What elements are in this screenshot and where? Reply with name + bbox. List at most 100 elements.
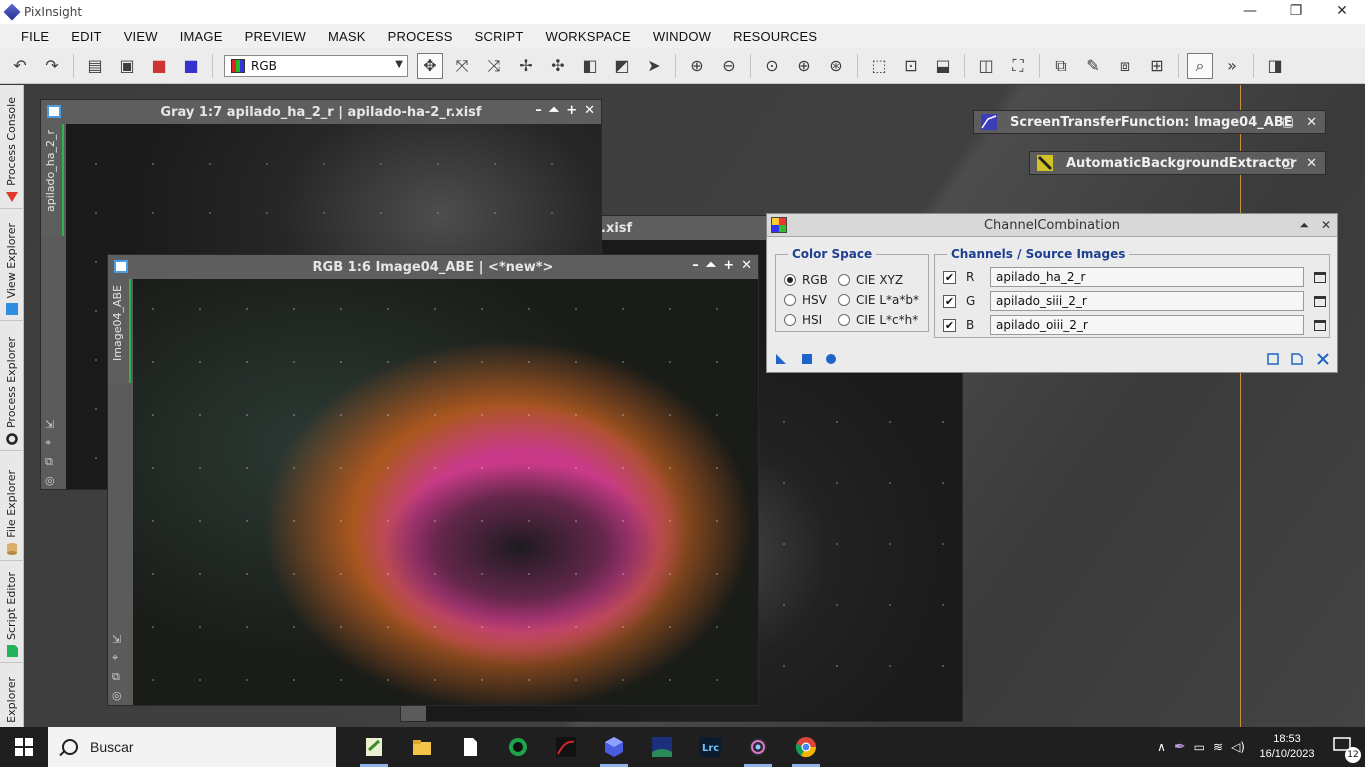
move-icon[interactable]: ✢ [513,53,539,79]
image-info-icon[interactable]: ▤ [82,53,108,79]
shade-icon[interactable]: ⏶ [1299,218,1309,233]
redo-icon[interactable]: ↷ [39,53,65,79]
tab-view-explorer[interactable]: View Explorer [0,209,24,321]
dialog-titlebar[interactable]: ChannelCombination ⏶ ✕ [767,214,1337,237]
minimize-icon[interactable]: – [692,258,699,273]
menu-preview[interactable]: PREVIEW [234,29,317,44]
close-icon[interactable]: ✕ [1321,218,1331,233]
menu-edit[interactable]: EDIT [60,29,112,44]
taskbar-app-stellarium[interactable] [638,727,686,767]
notification-center-button[interactable]: 12 [1325,727,1365,767]
channel-b-source-input[interactable]: apilado_oiii_2_r [990,315,1304,335]
close-icon[interactable]: ✕ [741,258,752,273]
volume-icon[interactable]: ◁) [1231,740,1245,754]
new-instance-icon[interactable]: ⧉ [1048,53,1074,79]
taskbar-app-file-explorer[interactable] [398,727,446,767]
image-window-rgb[interactable]: RGB 1:6 Image04_ABE | <*new*> – ⏶ + ✕ Im… [107,254,759,706]
rgb-channels-icon[interactable]: ■ [146,53,172,79]
menu-mask[interactable]: MASK [317,29,377,44]
restore-icon[interactable]: ▢ [1282,115,1294,130]
edit-instance-icon[interactable] [1291,353,1303,365]
minimize-button[interactable]: — [1227,0,1273,24]
select-view-icon[interactable] [1314,295,1326,307]
stf-tool-window[interactable]: ScreenTransferFunction: Image04_ABE ▢ ✕ [973,110,1326,134]
channel-g-source-input[interactable]: apilado_siii_2_r [990,291,1304,311]
taskbar-app-camera[interactable] [494,727,542,767]
menu-view[interactable]: VIEW [113,29,169,44]
add-instance-icon[interactable]: ⊞ [1144,53,1170,79]
taskbar-app-graph[interactable] [542,727,590,767]
image-window-titlebar[interactable]: RGB 1:6 Image04_ABE | <*new*> – ⏶ + ✕ [108,255,758,279]
fit-view-icon[interactable]: ⤧ [449,53,475,79]
image-canvas-rgb[interactable] [133,279,758,705]
apply-global-square-icon[interactable] [801,353,813,365]
taskbar-search[interactable]: Buscar [48,727,336,767]
taskbar-app-chrome[interactable] [782,727,830,767]
shade-icon[interactable]: ⏶ [706,258,716,273]
new-preview-icon[interactable]: ◧ [577,53,603,79]
layout-icon[interactable]: ◨ [1262,53,1288,79]
taskbar-app-document[interactable] [446,727,494,767]
feather-tray-icon[interactable]: ✒ [1174,739,1186,755]
new-image-icon[interactable]: ▣ [114,53,140,79]
explorer-view-icon[interactable]: ◫ [973,53,999,79]
channel-r-source-input[interactable]: apilado_ha_2_r [990,267,1304,287]
start-button[interactable] [0,727,48,767]
image-view-tab[interactable]: Image04_ABE [108,279,131,383]
close-icon[interactable]: ✕ [1306,115,1317,130]
pointer-icon[interactable]: ➤ [641,53,667,79]
taskbar-app-swirl[interactable] [734,727,782,767]
channel-combination-dialog[interactable]: ChannelCombination ⏶ ✕ Color Space RGB C… [766,213,1338,373]
more-tools-icon[interactable]: » [1219,53,1245,79]
restore-icon[interactable]: ▢ [1282,156,1294,171]
channel-select[interactable]: RGB ▼ [224,54,408,77]
abe-tool-window[interactable]: AutomaticBackgroundExtractor ▢ ✕ [1029,151,1326,175]
zoom-fit-icon[interactable]: ⤨ [481,53,507,79]
fit-arrow-icon[interactable]: ⇲ [45,418,55,431]
target-icon[interactable]: ◎ [45,474,55,487]
copy-view-icon[interactable]: ⧉ [45,455,55,469]
channel-r-checkbox[interactable]: ✔ [943,270,956,284]
apply-circle-icon[interactable] [825,353,837,365]
copy-instance-icon[interactable]: ⧈ [1112,53,1138,79]
tab-process-console[interactable]: Process Console [0,85,24,209]
close-icon[interactable]: ✕ [1306,156,1317,171]
undo-icon[interactable]: ↶ [7,53,33,79]
target-icon[interactable]: ◎ [112,689,122,702]
wifi-icon[interactable]: ≋ [1213,740,1223,754]
menu-resources[interactable]: RESOURCES [722,29,828,44]
channel-b-checkbox[interactable]: ✔ [943,318,956,332]
menu-image[interactable]: IMAGE [169,29,234,44]
chevron-up-icon[interactable]: ∧ [1157,740,1166,754]
fit-arrow-icon[interactable]: ⇲ [112,633,122,646]
close-icon[interactable]: ✕ [584,103,595,118]
radio-cie-xyz[interactable]: CIE XYZ [838,273,903,287]
shade-icon[interactable]: ⏶ [549,103,559,118]
zoom-cross-icon[interactable]: ⌖ [45,436,55,450]
restore-button[interactable]: ❐ [1273,0,1319,24]
tab-script-editor[interactable]: Script Editor [0,561,24,663]
menu-workspace[interactable]: WORKSPACE [535,29,642,44]
radio-hsi[interactable]: HSI [784,313,822,327]
taskbar-app-notepad[interactable] [350,727,398,767]
tab-process-explorer[interactable]: Process Explorer [0,321,24,451]
mask-invert-icon[interactable]: ⊡ [898,53,924,79]
radio-rgb[interactable]: RGB [784,273,828,287]
tab-explorer[interactable]: Explorer [0,663,24,727]
taskbar-clock[interactable]: 18:53 16/10/2023 [1249,732,1325,762]
radio-hsv[interactable]: HSV [784,293,827,307]
reset-icon[interactable] [1317,353,1329,365]
select-view-icon[interactable] [1314,271,1326,283]
zoom-out-icon[interactable]: ⊖ [716,53,742,79]
center-icon[interactable]: ✣ [545,53,571,79]
edit-instance-icon[interactable]: ✎ [1080,53,1106,79]
menu-file[interactable]: FILE [10,29,60,44]
channel-g-checkbox[interactable]: ✔ [943,294,956,308]
tab-file-explorer[interactable]: File Explorer [0,451,24,561]
zoom-optimal-icon[interactable]: ⊛ [823,53,849,79]
pan-mode-icon[interactable]: ✥ [417,52,443,79]
zoom-1-1-icon[interactable]: ⊙ [759,53,785,79]
maximize-icon[interactable]: + [723,258,734,273]
menu-script[interactable]: SCRIPT [464,29,535,44]
taskbar-app-lightroom[interactable]: Lrc [686,727,734,767]
